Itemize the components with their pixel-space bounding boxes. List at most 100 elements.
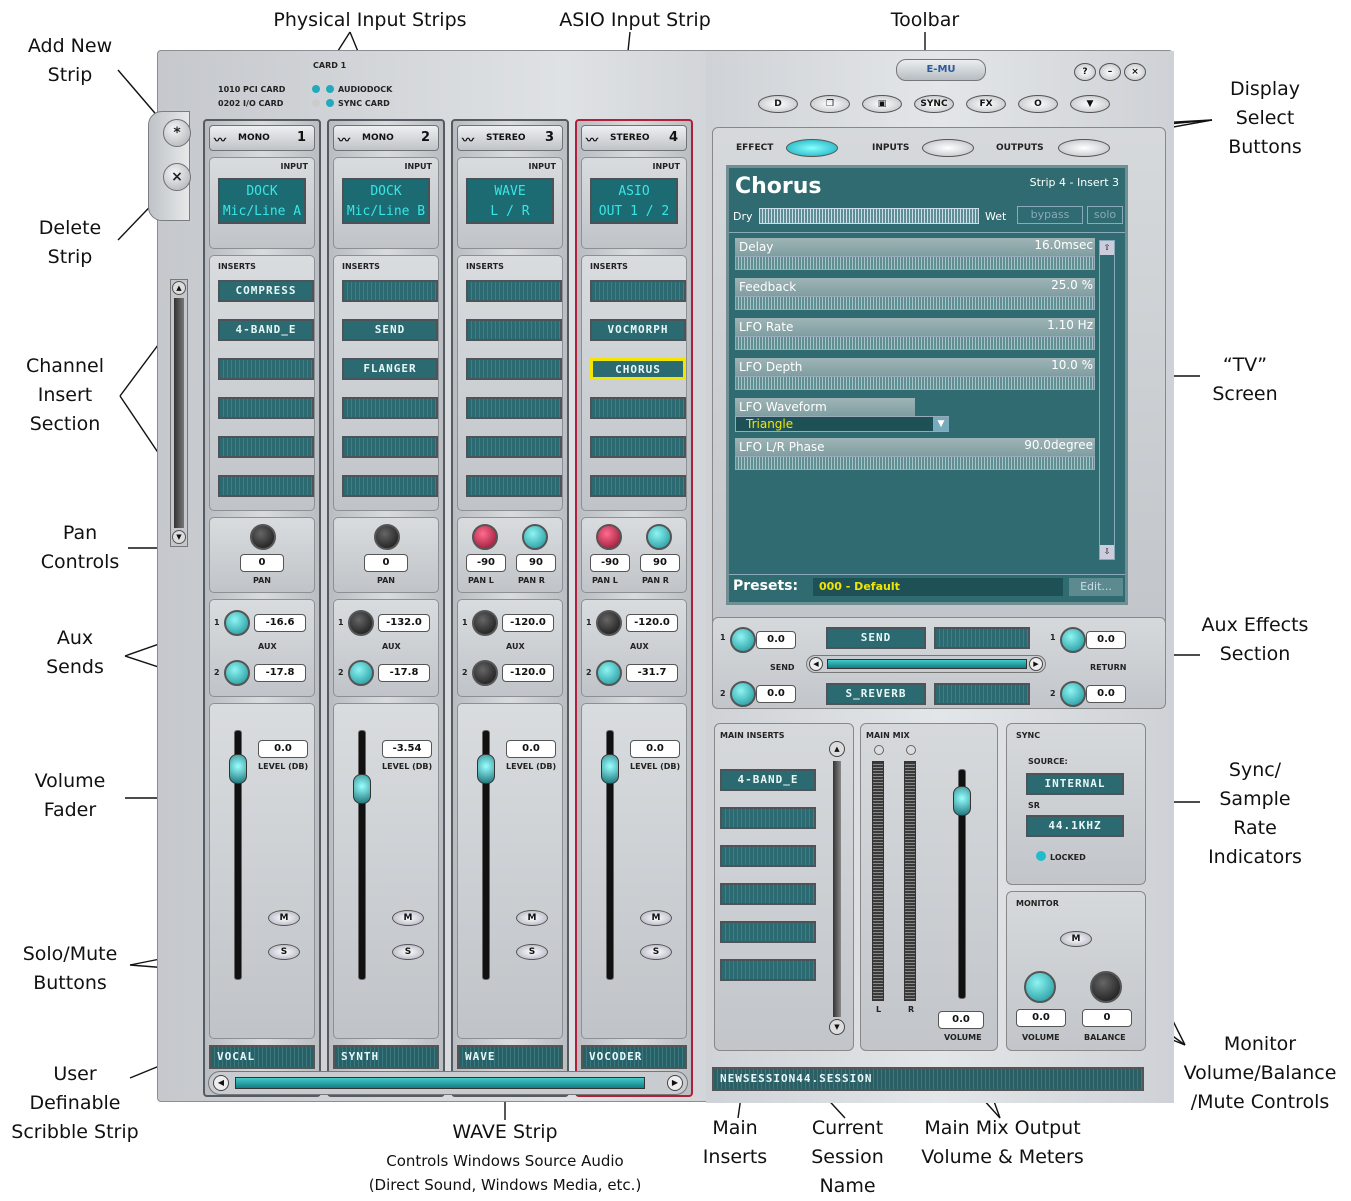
settings-button[interactable]: O <box>1018 95 1058 113</box>
aux-send-2-value[interactable]: 0.0 <box>756 685 796 703</box>
aux-fx-scrollbar[interactable]: ◀ ▶ <box>806 655 1046 673</box>
aux-1-knob[interactable] <box>472 610 498 636</box>
dropdown-arrow-icon[interactable]: ▼ <box>933 417 949 431</box>
insert-slot[interactable]: VOCMORPH <box>590 319 686 341</box>
input-select-display[interactable]: DOCK Mic/Line B <box>342 178 430 224</box>
effect-select-button[interactable] <box>786 139 838 157</box>
insert-slot[interactable] <box>342 436 438 458</box>
aux-2-value[interactable]: -31.7 <box>626 664 678 682</box>
volume-fader[interactable] <box>229 754 247 784</box>
insert-slot[interactable]: 4-BAND_E <box>218 319 314 341</box>
aux-1-value[interactable]: -16.6 <box>254 614 306 632</box>
aux-fx-slot-2[interactable]: S_REVERB <box>826 683 926 705</box>
mute-button[interactable]: M <box>392 910 424 926</box>
level-value[interactable]: -3.54 <box>382 740 432 758</box>
insert-slot[interactable] <box>466 475 562 497</box>
insert-slot[interactable] <box>218 475 314 497</box>
pan-value[interactable]: 0 <box>364 554 408 572</box>
bypass-button[interactable]: bypass <box>1017 206 1083 224</box>
level-value[interactable]: 0.0 <box>506 740 556 758</box>
insert-slot[interactable] <box>466 397 562 419</box>
aux-1-value[interactable]: -132.0 <box>378 614 430 632</box>
scroll-right-arrow-icon[interactable]: ▶ <box>667 1075 683 1091</box>
sync-button[interactable]: SYNC <box>914 95 954 113</box>
insert-slot[interactable] <box>590 436 686 458</box>
aux-2-knob[interactable] <box>224 660 250 686</box>
pan-value[interactable]: 0 <box>240 554 284 572</box>
insert-slot[interactable] <box>218 358 314 380</box>
scroll-down-arrow-icon[interactable]: ▼ <box>172 530 186 544</box>
tv-param-row[interactable]: Feedback 25.0 % <box>735 278 1095 314</box>
aux-return-2-knob[interactable] <box>1060 681 1086 707</box>
tv-param-dropdown[interactable]: Triangle <box>735 416 949 432</box>
scroll-thumb[interactable] <box>235 1077 645 1089</box>
pan-knob[interactable] <box>250 524 276 550</box>
scribble-strip[interactable]: WAVE <box>457 1045 563 1069</box>
main-insert-slot[interactable]: 4-BAND_E <box>720 769 816 791</box>
close-button[interactable]: × <box>1124 63 1146 81</box>
pan-left-knob[interactable] <box>596 524 622 550</box>
aux-send-2-knob[interactable] <box>730 681 756 707</box>
minimize-button[interactable]: – <box>1099 63 1121 81</box>
insert-slot[interactable] <box>218 436 314 458</box>
aux-return-1-knob[interactable] <box>1060 627 1086 653</box>
save-session-button[interactable]: ▣ <box>862 95 902 113</box>
solo-button[interactable]: S <box>516 944 548 960</box>
aux-1-value[interactable]: -120.0 <box>626 614 678 632</box>
level-value[interactable]: 0.0 <box>258 740 308 758</box>
outputs-select-button[interactable] <box>1058 139 1110 157</box>
tv-param-row[interactable]: Delay 16.0msec <box>735 238 1095 274</box>
scribble-strip[interactable]: VOCODER <box>581 1045 687 1069</box>
strip-header-button[interactable]: 〰 STEREO 3 <box>457 125 563 151</box>
insert-slot[interactable] <box>466 280 562 302</box>
aux-2-value[interactable]: -17.8 <box>378 664 430 682</box>
volume-fader[interactable] <box>477 754 495 784</box>
fx-button[interactable]: FX <box>966 95 1006 113</box>
insert-slot[interactable]: SEND <box>342 319 438 341</box>
monitor-mute-button[interactable]: M <box>1060 931 1092 947</box>
strip-header-button[interactable]: 〰 MONO 1 <box>209 125 315 151</box>
scribble-strip[interactable]: SYNTH <box>333 1045 439 1069</box>
insert-slot[interactable] <box>590 475 686 497</box>
help-button[interactable]: ? <box>1074 63 1096 81</box>
insert-slot[interactable]: COMPRESS <box>218 280 314 302</box>
main-volume-value[interactable]: 0.0 <box>938 1011 984 1029</box>
aux-fx-slot-empty[interactable] <box>934 683 1030 705</box>
insert-slot[interactable] <box>218 397 314 419</box>
aux-1-knob[interactable] <box>596 610 622 636</box>
aux-1-value[interactable]: -120.0 <box>502 614 554 632</box>
aux-2-knob[interactable] <box>596 660 622 686</box>
insert-slot[interactable] <box>466 436 562 458</box>
aux-return-2-value[interactable]: 0.0 <box>1086 685 1126 703</box>
strip-vertical-scrollbar[interactable]: ▲ ▼ <box>170 279 188 547</box>
insert-slot[interactable] <box>342 397 438 419</box>
main-inserts-scrollbar[interactable]: ▲ ▼ <box>828 741 846 1041</box>
pan-knob[interactable] <box>374 524 400 550</box>
tv-param-slider[interactable] <box>735 296 1095 310</box>
main-scroll-down-icon[interactable]: ▼ <box>829 1019 845 1035</box>
solo-button[interactable]: S <box>640 944 672 960</box>
main-insert-slot[interactable] <box>720 959 816 981</box>
insert-slot[interactable] <box>466 358 562 380</box>
input-select-display[interactable]: WAVE L / R <box>466 178 554 224</box>
new-session-button[interactable]: D <box>758 95 798 113</box>
insert-slot[interactable]: FLANGER <box>342 358 438 380</box>
monitor-volume-knob[interactable] <box>1024 971 1056 1003</box>
tv-param-slider[interactable] <box>735 456 1095 470</box>
main-volume-fader[interactable] <box>953 786 971 816</box>
volume-fader[interactable] <box>353 774 371 804</box>
input-select-display[interactable]: ASIO OUT 1 / 2 <box>590 178 678 224</box>
aux-send-1-value[interactable]: 0.0 <box>756 631 796 649</box>
insert-slot[interactable] <box>590 397 686 419</box>
insert-slot[interactable]: CHORUS <box>590 358 686 380</box>
insert-slot[interactable] <box>466 319 562 341</box>
monitor-balance-value[interactable]: 0 <box>1082 1009 1132 1027</box>
tv-param-row[interactable]: LFO Waveform Triangle ▼ <box>735 398 1095 434</box>
aux-scroll-right-icon[interactable]: ▶ <box>1029 657 1043 671</box>
tv-param-slider[interactable] <box>735 256 1095 270</box>
strip-header-button[interactable]: 〰 MONO 2 <box>333 125 439 151</box>
aux-2-value[interactable]: -120.0 <box>502 664 554 682</box>
open-session-button[interactable]: ❐ <box>810 95 850 113</box>
mute-button[interactable]: M <box>268 910 300 926</box>
pan-right-value[interactable]: 90 <box>516 554 556 572</box>
